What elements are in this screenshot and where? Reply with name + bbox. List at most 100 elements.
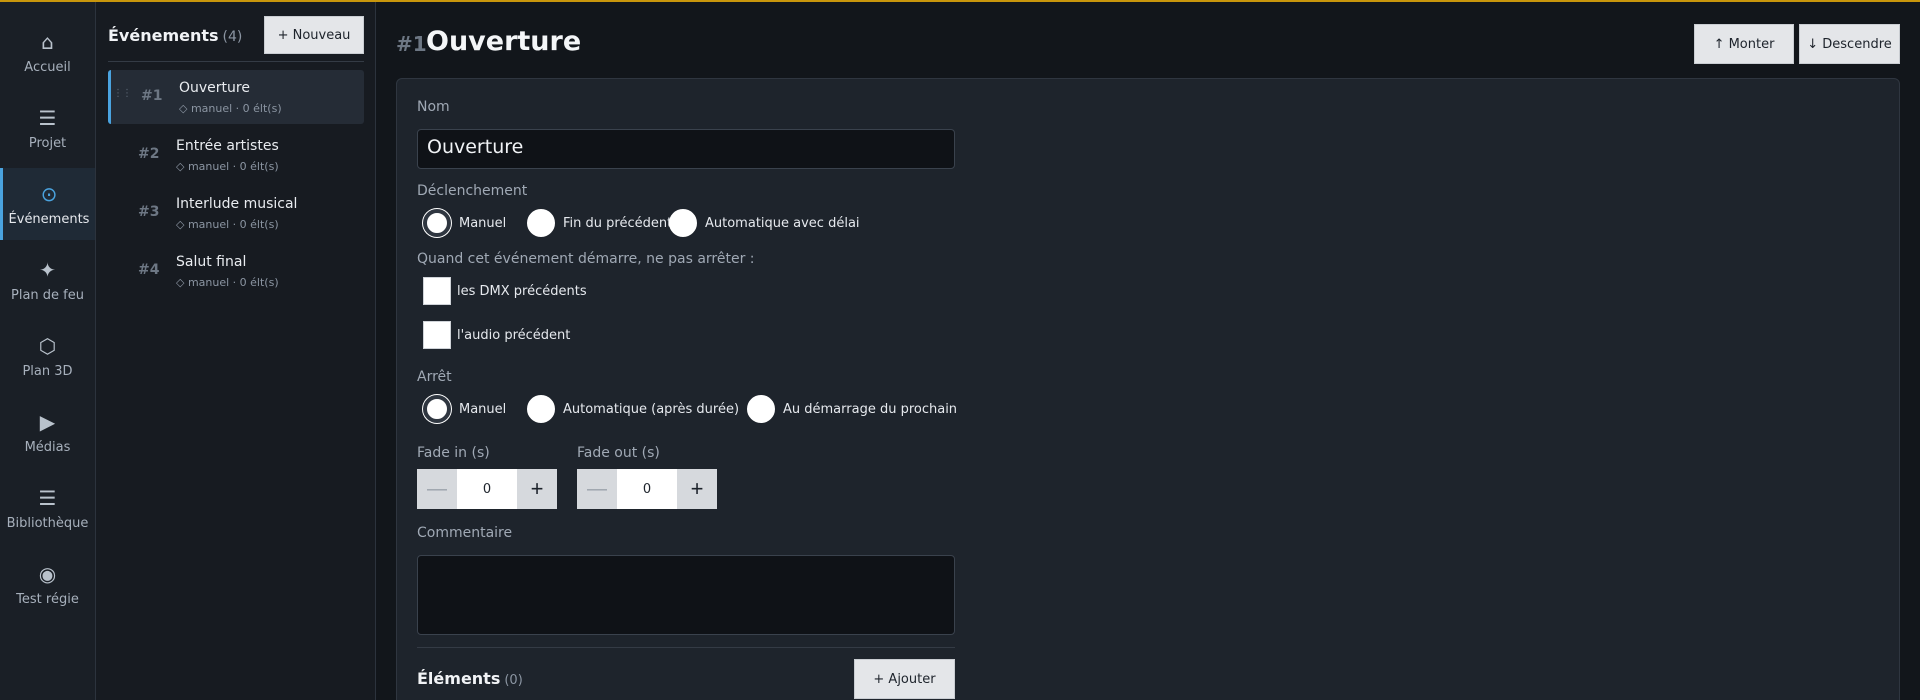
keep-audio-checkbox[interactable]: l'audio précédent xyxy=(423,321,570,349)
target-icon: ⊙ xyxy=(40,181,58,206)
radio-label: Automatique (après durée) xyxy=(563,401,740,417)
move-up-button[interactable]: ↑ Monter xyxy=(1694,24,1794,64)
trigger-option-manual[interactable]: Manuel xyxy=(423,209,506,237)
move-down-button[interactable]: ↓ Descendre xyxy=(1799,24,1900,64)
record-icon: ◉ xyxy=(38,561,57,586)
trigger-label: Déclenchement xyxy=(417,183,528,199)
library-icon: ☰ xyxy=(38,485,57,510)
page-title: Ouverture xyxy=(426,26,582,57)
event-item[interactable]: ⋮⋮ #1 Ouverture ◇ manuel · 0 élt(s) xyxy=(108,70,364,124)
nav-item-label: Médias xyxy=(24,439,71,455)
home-icon: ⌂ xyxy=(41,29,54,54)
radio-label: Fin du précédent xyxy=(563,215,673,231)
new-event-button[interactable]: + Nouveau xyxy=(264,16,364,54)
fade-in-stepper: — 0 + xyxy=(417,469,557,509)
event-number: #4 xyxy=(138,262,160,278)
cube-icon: ⬡ xyxy=(38,333,57,358)
spark-icon: ✦ xyxy=(39,257,56,282)
events-count: (4) xyxy=(222,29,243,45)
event-editor: #1 Ouverture ↑ Monter ↓ Descendre Nom Ou… xyxy=(376,2,1920,700)
radio-dot xyxy=(423,209,451,237)
elements-count: (0) xyxy=(504,673,523,688)
radio-label: Manuel xyxy=(459,215,507,231)
main-nav: ⌂ Accueil ☰ Projet ⊙ Événements ✦ Plan d… xyxy=(0,2,96,700)
checkbox-label: l'audio précédent xyxy=(457,327,571,343)
checkbox-label: les DMX précédents xyxy=(457,283,587,299)
nav-item-label: Test régie xyxy=(16,591,79,607)
event-item[interactable]: #4 Salut final ◇ manuel · 0 élt(s) xyxy=(108,244,364,298)
keep-dmx-checkbox[interactable]: les DMX précédents xyxy=(423,277,587,305)
event-item[interactable]: #3 Interlude musical ◇ manuel · 0 élt(s) xyxy=(108,186,364,240)
elements-title-text: Éléments xyxy=(417,669,501,688)
nav-item-accueil[interactable]: ⌂ Accueil xyxy=(0,16,95,88)
events-list-panel: Événements (4) + Nouveau ⋮⋮ #1 Ouverture … xyxy=(96,2,376,700)
fade-in-value[interactable]: 0 xyxy=(457,469,517,509)
radio-dot xyxy=(527,209,555,237)
section-divider xyxy=(417,647,955,648)
event-name: Ouverture xyxy=(179,80,250,96)
fade-out-stepper: — 0 + xyxy=(577,469,717,509)
event-meta: ◇ manuel · 0 élt(s) xyxy=(176,218,279,231)
event-item[interactable]: #2 Entrée artistes ◇ manuel · 0 élt(s) xyxy=(108,128,364,182)
events-list-header: Événements (4) + Nouveau xyxy=(108,16,364,62)
event-number: #1 xyxy=(141,88,163,104)
stop-option-manual[interactable]: Manuel xyxy=(423,395,506,423)
event-number: #2 xyxy=(138,146,160,162)
event-meta: ◇ manuel · 0 élt(s) xyxy=(176,160,279,173)
nav-item-evenements[interactable]: ⊙ Événements xyxy=(0,168,95,240)
comment-label: Commentaire xyxy=(417,525,513,541)
stop-option-next-start[interactable]: Au démarrage du prochain xyxy=(747,395,957,423)
event-number: #3 xyxy=(138,204,160,220)
event-name: Salut final xyxy=(176,254,247,270)
nav-item-bibliotheque[interactable]: ☰ Bibliothèque xyxy=(0,472,95,544)
trigger-option-auto-delay[interactable]: Automatique avec délai xyxy=(669,209,860,237)
comment-textarea[interactable] xyxy=(417,555,955,635)
nav-item-test-regie[interactable]: ◉ Test régie xyxy=(0,548,95,620)
fade-out-value[interactable]: 0 xyxy=(617,469,677,509)
nav-item-label: Plan 3D xyxy=(22,363,73,379)
trigger-option-end-previous[interactable]: Fin du précédent xyxy=(527,209,672,237)
event-name: Interlude musical xyxy=(176,196,298,212)
events-title-text: Événements xyxy=(108,26,219,45)
nav-item-plan-3d[interactable]: ⬡ Plan 3D xyxy=(0,320,95,392)
play-icon: ▶ xyxy=(39,409,56,434)
nav-item-label: Événements xyxy=(8,211,90,227)
elements-title: Éléments (0) xyxy=(417,669,523,688)
radio-dot xyxy=(527,395,555,423)
fade-out-increment-button[interactable]: + xyxy=(677,469,717,509)
radio-dot xyxy=(747,395,775,423)
name-field[interactable]: Ouverture xyxy=(417,129,955,169)
event-name: Entrée artistes xyxy=(176,138,279,154)
nav-item-plan-de-feu[interactable]: ✦ Plan de feu xyxy=(0,244,95,316)
fade-in-increment-button[interactable]: + xyxy=(517,469,557,509)
event-meta: ◇ manuel · 0 élt(s) xyxy=(176,276,279,289)
event-meta: ◇ manuel · 0 élt(s) xyxy=(179,102,282,115)
nav-item-label: Plan de feu xyxy=(11,287,84,303)
nav-item-label: Projet xyxy=(28,135,67,151)
fade-out-label: Fade out (s) xyxy=(577,445,660,461)
checkbox-box xyxy=(423,277,451,305)
stop-option-auto-duration[interactable]: Automatique (après durée) xyxy=(527,395,739,423)
checkbox-box xyxy=(423,321,451,349)
no-stop-label: Quand cet événement démarre, ne pas arrê… xyxy=(417,251,755,267)
add-element-button[interactable]: + Ajouter xyxy=(854,659,955,699)
nav-item-label: Accueil xyxy=(24,59,71,75)
event-header-number: #1 xyxy=(396,32,427,56)
radio-label: Automatique avec délai xyxy=(705,215,860,231)
stop-label: Arrêt xyxy=(417,369,452,385)
radio-label: Au démarrage du prochain xyxy=(783,401,958,417)
radio-dot xyxy=(669,209,697,237)
radio-dot xyxy=(423,395,451,423)
menu-icon: ☰ xyxy=(38,105,57,130)
fade-in-decrement-button[interactable]: — xyxy=(417,469,457,509)
nav-item-label: Bibliothèque xyxy=(6,515,89,531)
name-label: Nom xyxy=(417,99,450,115)
events-list-title: Événements (4) xyxy=(108,26,242,45)
event-form-card: Nom Ouverture Déclenchement Manuel Fin d… xyxy=(396,78,1900,700)
fade-out-decrement-button[interactable]: — xyxy=(577,469,617,509)
nav-item-projet[interactable]: ☰ Projet xyxy=(0,92,95,164)
drag-handle-icon[interactable]: ⋮⋮ xyxy=(113,88,132,99)
radio-label: Manuel xyxy=(459,401,507,417)
fade-in-label: Fade in (s) xyxy=(417,445,490,461)
nav-item-medias[interactable]: ▶ Médias xyxy=(0,396,95,468)
